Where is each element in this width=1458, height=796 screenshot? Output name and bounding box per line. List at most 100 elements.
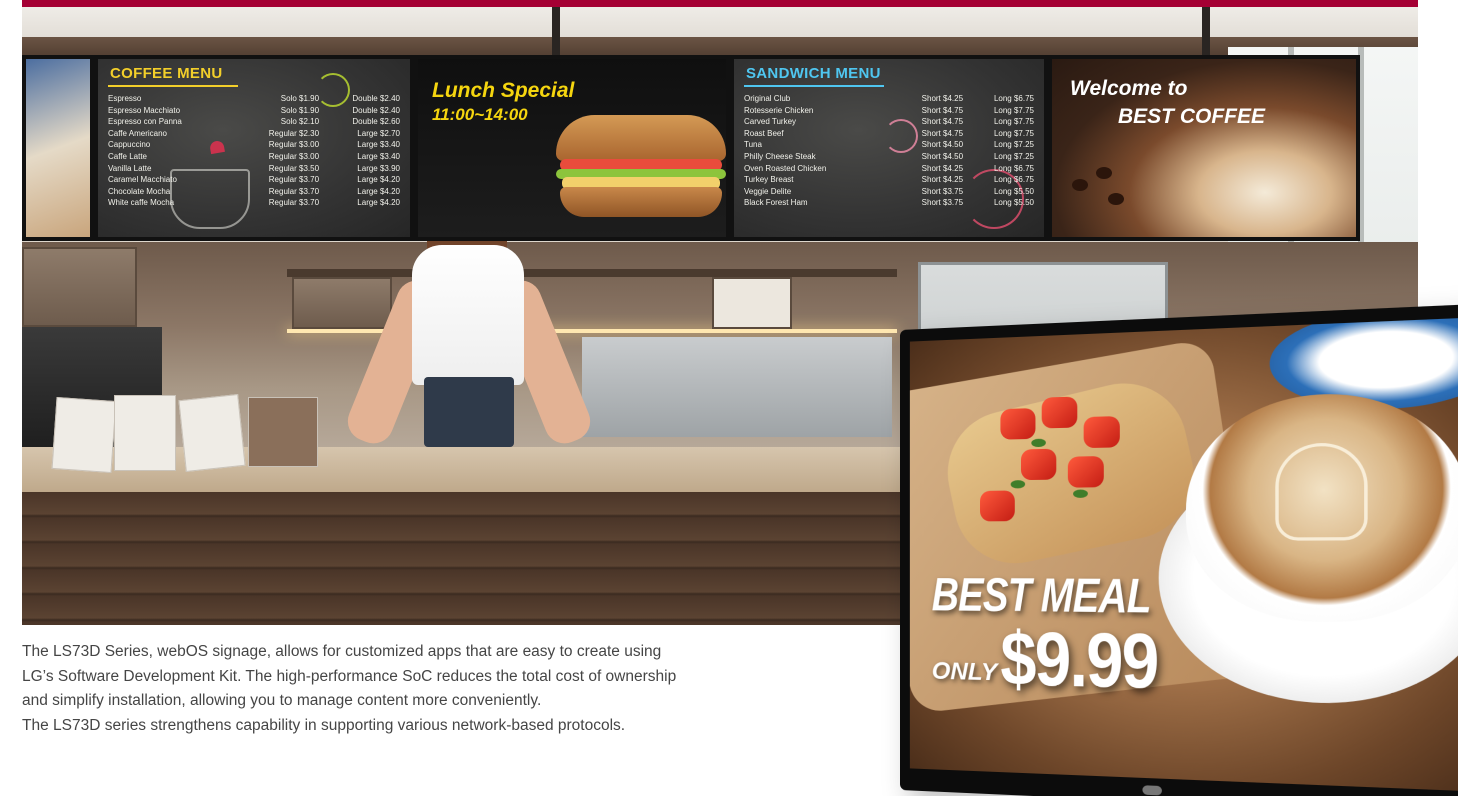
sandwich-menu-item: Carved Turkey Short $4.75 Long $7.75 — [744, 116, 1034, 128]
description-line: LG’s Software Development Kit. The high-… — [22, 667, 677, 685]
menu-card — [114, 395, 176, 471]
coffee-menu-item-price: Large $3.40 — [357, 151, 400, 161]
title-underline — [744, 85, 884, 87]
sandwich-menu-item-name: Tuna — [744, 140, 762, 150]
coffee-menu-item-price: Regular $3.00 — [268, 151, 320, 161]
partial-coffee-screen — [22, 55, 94, 241]
signage-display: BEST MEAL ONLY $9.99 — [900, 302, 1458, 796]
coffee-menu-item-price: Solo $2.10 — [280, 117, 320, 127]
sandwich-image — [556, 115, 726, 225]
coffee-menu-item-price: Regular $3.70 — [268, 186, 320, 196]
sandwich-menu-item-price: Short $4.50 — [921, 140, 964, 150]
sandwich-menu-item-price: Long $7.25 — [993, 151, 1034, 161]
coffee-bean — [1096, 167, 1112, 179]
lunch-special-title: Lunch Special — [432, 79, 575, 102]
sandwich-menu-item-price: Short $4.25 — [921, 163, 964, 173]
sandwich-menu-item-price: Short $4.50 — [921, 151, 964, 161]
sandwich-menu-item-price: Long $5.50 — [993, 198, 1034, 208]
coffee-menu-item-price: Regular $3.50 — [268, 163, 320, 173]
sandwich-menu-item: Rotesserie Chicken Short $4.75 Long $7.75 — [744, 105, 1034, 117]
coffee-menu-item-name: White caffe Mocha — [108, 198, 175, 208]
sandwich-menu-item: Turkey Breast Short $4.25 Long $6.75 — [744, 174, 1034, 186]
lg-logo-icon — [1142, 785, 1162, 796]
welcome-screen: Welcome to BEST COFFEE — [1048, 55, 1360, 241]
coffee-menu-item-name: Espresso Macchiato — [108, 105, 181, 115]
description-line: The LS73D Series, webOS signage, allows … — [22, 643, 662, 660]
sandwich-menu-item: Original Club Short $4.25 Long $6.75 — [744, 93, 1034, 105]
sandwich-menu-item: Veggie Delite Short $3.75 Long $5.50 — [744, 186, 1034, 198]
coffee-menu-item-price: Large $3.90 — [357, 163, 400, 173]
cabinet — [22, 247, 137, 327]
coffee-menu-item-name: Chocolate Mocha — [108, 186, 171, 196]
sandwich-menu-item-name: Turkey Breast — [744, 175, 794, 185]
sandwich-menu-item: Roast Beef Short $4.75 Long $7.75 — [744, 128, 1034, 140]
sandwich-menu-item-price: Long $7.75 — [993, 117, 1034, 127]
sandwich-menu-item-price: Short $3.75 — [921, 186, 964, 196]
sandwich-menu-item-price: Short $4.25 — [921, 175, 964, 185]
coffee-menu-item: Caramel Macchiato Regular $3.70 Large $4.2… — [108, 174, 400, 186]
promo-only: ONLY — [931, 657, 998, 687]
coffee-menu-item: Chocolate Mocha Regular $3.70 Large $4.20 — [108, 186, 400, 198]
coffee-menu-item: Caffe Latte Regular $3.00 Large $3.40 — [108, 151, 400, 163]
coffee-menu-item-name: Caffe Americano — [108, 128, 167, 138]
welcome-line-1: Welcome to — [1070, 77, 1188, 100]
sandwich-menu-item-name: Philly Cheese Steak — [744, 151, 816, 161]
coffee-menu-item: Espresso Solo $1.90 Double $2.40 — [108, 93, 400, 105]
sandwich-menu-item-price: Short $4.75 — [921, 117, 964, 127]
sandwich-menu-item-price: Long $7.75 — [993, 128, 1034, 138]
coffee-menu-item-name: Espresso con Panna — [108, 117, 182, 127]
sandwich-menu-item-price: Long $7.75 — [993, 105, 1034, 115]
sandwich-menu-item-price: Long $6.75 — [993, 163, 1034, 173]
coffee-menu-item-price: Regular $3.70 — [268, 175, 320, 185]
coffee-menu-item-price: Regular $3.00 — [268, 140, 320, 150]
sandwich-menu-item-price: Short $4.75 — [921, 105, 964, 115]
coffee-menu-item-price: Large $4.20 — [357, 186, 400, 196]
coffee-menu-list: Espresso Solo $1.90 Double $2.40 Espresso M… — [108, 93, 400, 209]
product-description: The LS73D Series, webOS signage, allows … — [22, 640, 892, 738]
promo-price: $9.99 — [1000, 616, 1158, 705]
welcome-line-2: BEST COFFEE — [1118, 105, 1266, 128]
sandwich-menu-item-name: Roast Beef — [744, 128, 784, 138]
coffee-menu-item: Vanilla Latte Regular $3.50 Large $3.90 — [108, 163, 400, 175]
coffee-menu-item-price: Solo $1.90 — [280, 105, 320, 115]
sandwich-menu-item: Tuna Short $4.50 Long $7.25 — [744, 139, 1034, 151]
sandwich-menu-item-name: Original Club — [744, 94, 791, 103]
coffee-menu-item-price: Large $2.70 — [357, 128, 400, 138]
sandwich-menu-item-name: Oven Roasted Chicken — [744, 163, 827, 173]
sandwich-menu-item: Black Forest Ham Short $3.75 Long $5.50 — [744, 197, 1034, 209]
coffee-bean — [1108, 193, 1124, 205]
sandwich-menu-item-price: Short $3.75 — [921, 198, 964, 208]
display-screen: BEST MEAL ONLY $9.99 — [909, 317, 1458, 792]
coffee-menu-item-name: Caffe Latte — [108, 151, 147, 161]
latte-art — [1275, 442, 1368, 541]
coffee-menu-item-price: Double $2.40 — [352, 94, 400, 103]
coffee-menu-item: Espresso Macchiato Solo $1.90 Double $2.40 — [108, 105, 400, 117]
coffee-menu-screen: COFFEE MENU Espresso Solo $1.90 Double $2.… — [94, 55, 414, 241]
steel-backsplash — [582, 337, 892, 437]
sandwich-menu-item-price: Long $6.75 — [993, 175, 1034, 185]
cabinet — [712, 277, 792, 329]
sandwich-menu-item-name: Rotesserie Chicken — [744, 105, 814, 115]
brand-stripe — [22, 0, 1418, 7]
sandwich-menu-title: SANDWICH MENU — [746, 65, 881, 82]
sandwich-menu-item-price: Long $5.50 — [993, 186, 1034, 196]
coffee-menu-item: Cappuccino Regular $3.00 Large $3.40 — [108, 139, 400, 151]
lunch-special-screen: Lunch Special 11:00~14:00 — [414, 55, 730, 241]
coffee-menu-item: Caffe Americano Regular $2.30 Large $2.70 — [108, 128, 400, 140]
coffee-menu-item-price: Regular $2.30 — [268, 128, 320, 138]
sandwich-menu-item: Philly Cheese Steak Short $4.50 Long $7.25 — [744, 151, 1034, 163]
sandwich-menu-list: Original Club Short $4.25 Long $6.75 Rotess… — [744, 93, 1034, 209]
coffee-menu-item-name: Espresso — [108, 94, 142, 103]
sandwich-menu-item-price: Short $4.75 — [921, 128, 964, 138]
coffee-bean — [1072, 179, 1088, 191]
sandwich-menu-item-name: Carved Turkey — [744, 117, 797, 127]
coffee-menu-item-price: Double $2.40 — [352, 105, 400, 115]
sandwich-menu-item-price: Long $7.25 — [993, 140, 1034, 150]
coffee-menu-item-name: Cappuccino — [108, 140, 151, 150]
coffee-menu-item-price: Large $4.20 — [357, 175, 400, 185]
description-line: The LS73D series strengthens capability … — [22, 716, 626, 734]
sandwich-menu-item-price: Long $6.75 — [993, 94, 1034, 103]
coffee-menu-item-price: Double $2.60 — [352, 117, 400, 127]
paper-bag — [248, 397, 318, 467]
coffee-menu-item-price: Regular $3.70 — [268, 198, 320, 208]
